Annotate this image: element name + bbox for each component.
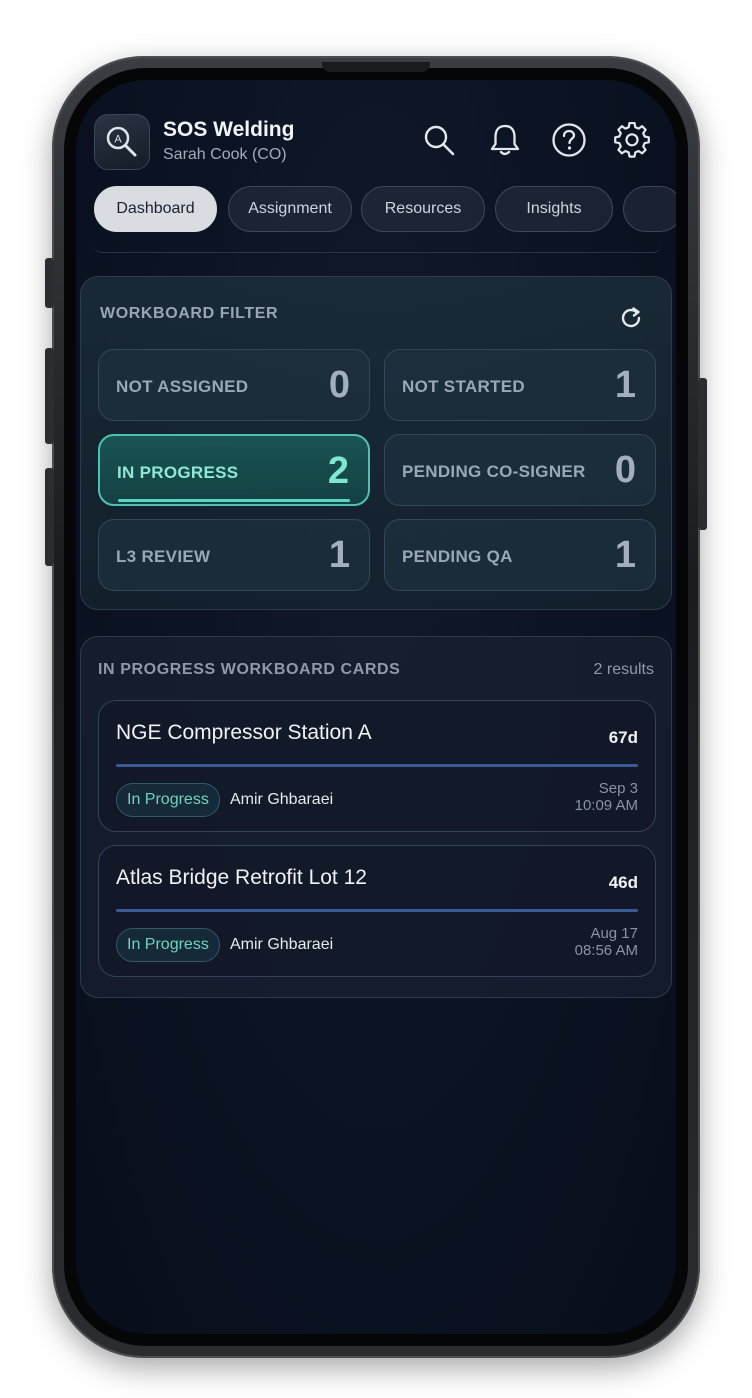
search-icon[interactable] (421, 122, 457, 158)
tile-label: NOT ASSIGNED (116, 377, 249, 396)
filter-title: WORKBOARD FILTER (100, 305, 279, 322)
card-title: NGE Compressor Station A (116, 721, 372, 744)
workboard-card[interactable]: Atlas Bridge Retrofit Lot 12 46d In Prog… (98, 845, 656, 977)
tile-label: NOT STARTED (402, 377, 525, 396)
tab-more[interactable] (623, 186, 676, 232)
tile-label: IN PROGRESS (117, 463, 239, 482)
status-badge: In Progress (116, 928, 220, 962)
filter-tile-in-progress[interactable]: IN PROGRESS 2 (98, 434, 370, 506)
card-divider (116, 764, 638, 767)
workboard-cards-panel: IN PROGRESS WORKBOARD CARDS 2 results NG… (80, 636, 672, 998)
tab-dashboard[interactable]: Dashboard (94, 186, 217, 232)
workboard-card[interactable]: NGE Compressor Station A 67d In Progress… (98, 700, 656, 832)
active-indicator (118, 499, 350, 502)
card-assignee: Amir Ghbaraei (230, 791, 334, 808)
card-days: 67d (608, 728, 638, 747)
bell-icon[interactable] (487, 122, 523, 158)
power-button (698, 378, 707, 530)
help-icon[interactable] (551, 122, 587, 158)
card-assignee: Amir Ghbaraei (230, 936, 334, 953)
tile-count: 1 (328, 534, 350, 576)
filter-tile-not-started[interactable]: NOT STARTED 1 (384, 349, 656, 421)
app-screen: A SOS Welding Sarah Cook (CO) Dashboard … (76, 80, 676, 1334)
workboard-filter-panel: WORKBOARD FILTER NOT ASSIGNED 0 NOT STAR… (80, 276, 672, 610)
tile-count: 2 (327, 450, 349, 492)
tab-resources[interactable]: Resources (361, 186, 485, 232)
user-role: Sarah Cook (CO) (163, 146, 287, 163)
card-timestamp: Aug 17 08:56 AM (575, 925, 638, 959)
card-time: 08:56 AM (574, 942, 638, 959)
card-time: 10:09 AM (574, 797, 638, 814)
app-logo[interactable]: A (94, 114, 150, 170)
card-divider (116, 909, 638, 912)
results-title: IN PROGRESS WORKBOARD CARDS (98, 661, 401, 678)
magnifier-badge-icon: A (106, 126, 137, 157)
mute-switch (45, 258, 54, 308)
tabs-divider (94, 245, 661, 253)
refresh-icon[interactable] (617, 304, 645, 332)
filter-tile-not-assigned[interactable]: NOT ASSIGNED 0 (98, 349, 370, 421)
volume-up-button (45, 348, 54, 444)
card-title: Atlas Bridge Retrofit Lot 12 (116, 866, 367, 889)
logo-letter: A (114, 134, 122, 146)
tab-bar: Dashboard Assignment Resources Insights (94, 186, 676, 232)
card-days: 46d (608, 873, 638, 892)
filter-tile-pending-co-signer[interactable]: PENDING CO-SIGNER 0 (384, 434, 656, 506)
volume-down-button (45, 468, 54, 566)
tab-insights[interactable]: Insights (495, 186, 613, 232)
card-date: Aug 17 (590, 925, 638, 942)
tile-label: PENDING QA (402, 547, 513, 566)
tile-count: 0 (328, 364, 350, 406)
tile-label: L3 REVIEW (116, 547, 211, 566)
status-badge: In Progress (116, 783, 220, 817)
card-date: Sep 3 (598, 780, 638, 797)
gear-icon[interactable] (614, 122, 650, 158)
tab-assignment[interactable]: Assignment (228, 186, 352, 232)
app-title: SOS Welding (163, 118, 295, 141)
filter-tile-pending-qa[interactable]: PENDING QA 1 (384, 519, 656, 591)
tile-count: 1 (614, 364, 636, 406)
speaker-grille (322, 62, 430, 72)
card-timestamp: Sep 3 10:09 AM (575, 780, 638, 814)
filter-tile-l3-review[interactable]: L3 REVIEW 1 (98, 519, 370, 591)
tile-count: 0 (614, 449, 636, 491)
tile-label: PENDING CO-SIGNER (402, 462, 586, 481)
results-count: 2 results (593, 661, 654, 678)
tile-count: 1 (614, 534, 636, 576)
